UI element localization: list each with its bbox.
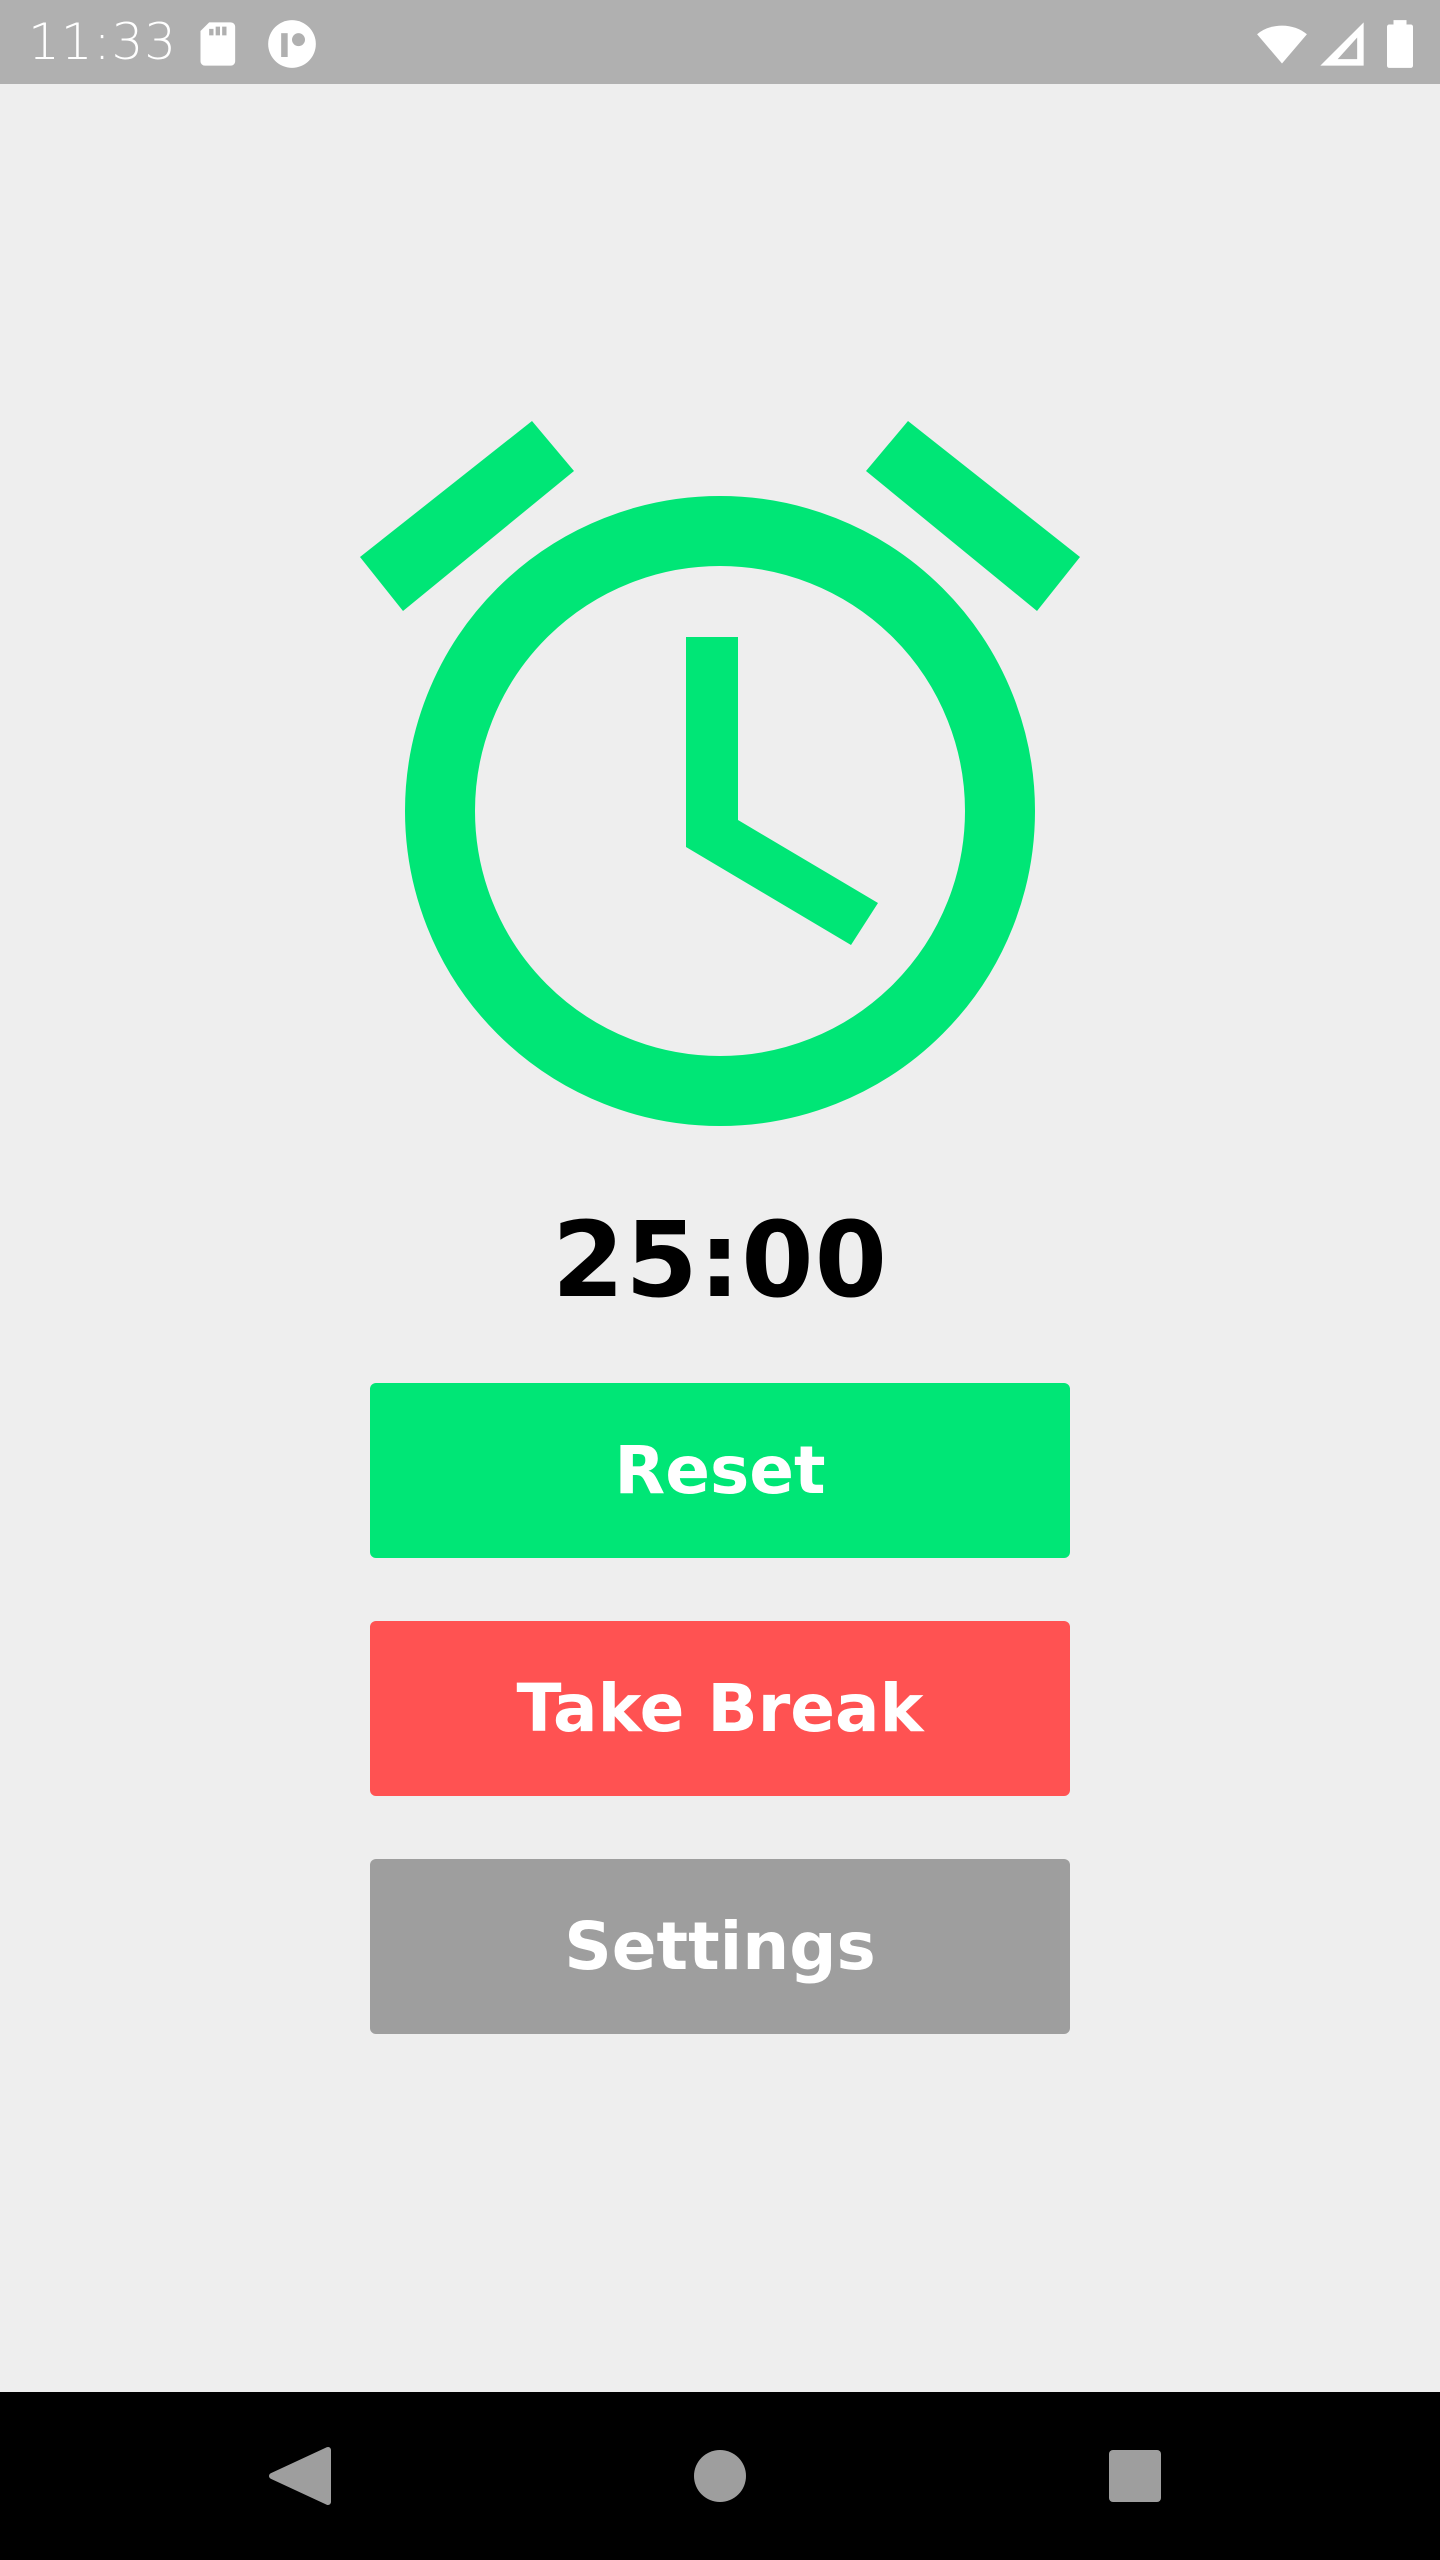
settings-button[interactable]: Settings (370, 1859, 1070, 2034)
battery-icon (1374, 18, 1426, 70)
sd-card-icon (194, 18, 246, 70)
status-bar: 11:33 (0, 0, 1440, 84)
back-icon[interactable] (262, 2436, 342, 2516)
timer-display: 25:00 (551, 1199, 889, 1321)
home-icon[interactable] (680, 2436, 760, 2516)
navigation-bar (0, 2392, 1440, 2560)
notification-app-icon (266, 18, 318, 70)
recents-icon[interactable] (1095, 2436, 1175, 2516)
alarm-clock-icon (360, 415, 1080, 1135)
take-break-button[interactable]: Take Break (370, 1621, 1070, 1796)
status-time: 11:33 (28, 13, 178, 71)
signal-icon (1316, 18, 1368, 70)
wifi-icon (1256, 18, 1308, 70)
reset-button[interactable]: Reset (370, 1383, 1070, 1558)
